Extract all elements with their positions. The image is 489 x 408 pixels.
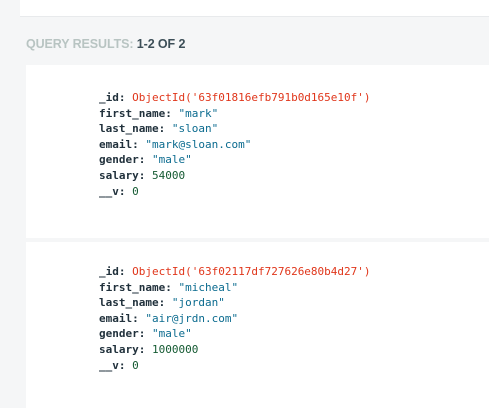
doc-field-gender: gender: "male": [99, 327, 192, 341]
document-card-2[interactable]: _id: ObjectId('63f02117df727626e80b4d27'…: [26, 242, 489, 408]
document-body: _id: ObjectId('63f02117df727626e80b4d27'…: [99, 264, 371, 373]
doc-field-email: email: "mark@sloan.com": [99, 137, 252, 151]
query-results-header: QUERY RESULTS: 1-2 OF 2: [26, 37, 185, 51]
doc-field-id: _id: ObjectId('63f01816efb791b0d165e10f'…: [99, 91, 371, 104]
document-card-1[interactable]: _id: ObjectId('63f01816efb791b0d165e10f'…: [26, 65, 489, 238]
objectid-value: ObjectId('63f02117df727626e80b4d27'): [132, 265, 371, 278]
doc-field-last-name: last_name: "sloan": [99, 122, 219, 136]
doc-field-salary: salary: 1000000: [99, 342, 199, 356]
doc-field-salary: salary: 54000: [99, 168, 186, 182]
doc-field-first-name: first_name: "micheal": [99, 280, 239, 294]
objectid-value: ObjectId('63f01816efb791b0d165e10f'): [132, 91, 371, 104]
query-bar-panel: [20, 0, 489, 17]
doc-field-email: email: "air@jrdn.com": [99, 311, 239, 325]
query-results-count: 1-2 OF 2: [136, 37, 186, 51]
doc-field-gender: gender: "male": [99, 153, 192, 167]
document-body: _id: ObjectId('63f01816efb791b0d165e10f'…: [99, 90, 371, 199]
doc-field-id: _id: ObjectId('63f02117df727626e80b4d27'…: [99, 265, 371, 278]
query-results-label: QUERY RESULTS:: [26, 37, 134, 51]
doc-field-v: __v: 0: [99, 184, 139, 198]
doc-field-v: __v: 0: [99, 358, 139, 372]
doc-field-last-name: last_name: "jordan": [99, 296, 225, 310]
doc-field-first-name: first_name: "mark": [99, 106, 219, 120]
